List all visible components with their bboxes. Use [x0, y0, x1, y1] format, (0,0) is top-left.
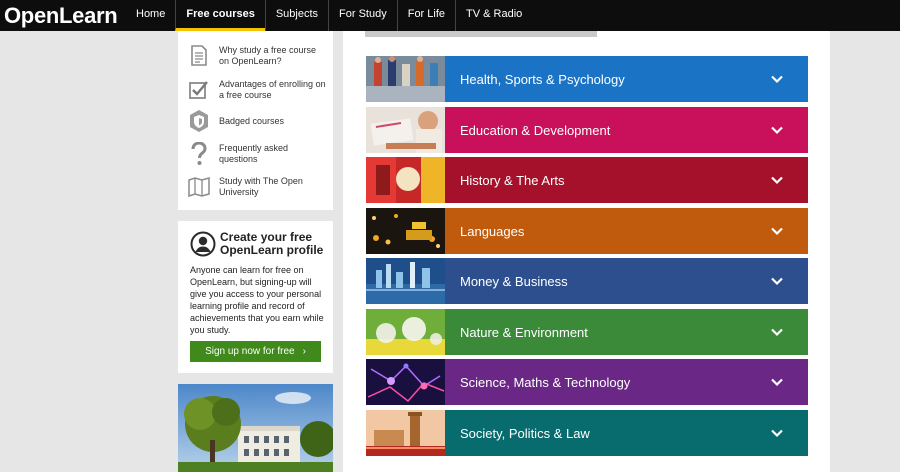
campus-photo — [178, 384, 333, 472]
chevron-right-icon: › — [302, 346, 306, 357]
user-icon — [190, 231, 216, 257]
subject-thumbnail — [366, 359, 445, 405]
sidebar-link-study-ou[interactable]: Study with The Open University — [188, 176, 328, 198]
subject-row-money[interactable]: Money & Business — [366, 258, 808, 304]
subject-thumbnail — [366, 410, 445, 456]
subject-thumbnail — [366, 258, 445, 304]
subject-bar: Education & Development — [445, 107, 808, 153]
chevron-down-icon[interactable] — [770, 173, 784, 187]
subject-label: Education & Development — [460, 122, 611, 138]
subject-label: Languages — [460, 223, 525, 239]
subject-label: History & The Arts — [460, 172, 565, 188]
subject-row-science[interactable]: Science, Maths & Technology — [366, 359, 808, 405]
subject-row-health[interactable]: Health, Sports & Psychology — [366, 56, 808, 102]
sidebar-link-label: Badged courses — [219, 115, 285, 126]
chevron-down-icon[interactable] — [770, 123, 784, 137]
sign-up-label: Sign up now for free — [205, 346, 295, 357]
subject-label: Health, Sports & Psychology — [460, 71, 625, 87]
subject-bar: Science, Maths & Technology — [445, 359, 808, 405]
sidebar-link-label: Study with The Open University — [219, 176, 303, 197]
chevron-down-icon[interactable] — [770, 224, 784, 238]
profile-title: Create your free OpenLearn profile — [220, 230, 324, 257]
chevron-down-icon[interactable] — [770, 325, 784, 339]
chevron-down-icon[interactable] — [770, 426, 784, 440]
sidebar-link-badged[interactable]: Badged courses — [188, 110, 328, 132]
sidebar-link-label: Frequently asked questions — [219, 143, 289, 164]
sidebar-link-advantages[interactable]: Advantages of enrolling on a free course — [188, 79, 328, 101]
badge-icon — [188, 110, 210, 132]
subject-thumbnail — [366, 107, 445, 153]
subject-row-languages[interactable]: Languages — [366, 208, 808, 254]
checkbox-icon — [188, 79, 210, 101]
top-nav-bar: OpenLearn Home Free courses Subjects For… — [0, 0, 900, 31]
nav-for-life[interactable]: For Life — [396, 0, 455, 31]
subject-label: Money & Business — [460, 273, 568, 289]
subject-bar: Health, Sports & Psychology — [445, 56, 808, 102]
sidebar-link-label: Advantages of enrolling on a free course — [219, 79, 326, 100]
subject-thumbnail — [366, 208, 445, 254]
nav-free-courses[interactable]: Free courses — [175, 0, 265, 31]
sidebar-links-card: Why study a free course on OpenLearn? Ad… — [178, 31, 333, 210]
nav-home[interactable]: Home — [126, 0, 175, 31]
subject-label: Science, Maths & Technology — [460, 374, 631, 390]
subject-row-society[interactable]: Society, Politics & Law — [366, 410, 808, 456]
chevron-down-icon[interactable] — [770, 375, 784, 389]
openlearn-logo[interactable]: OpenLearn — [4, 3, 118, 29]
subject-bar: Money & Business — [445, 258, 808, 304]
chevron-down-icon[interactable] — [770, 274, 784, 288]
question-icon — [188, 142, 210, 165]
profile-header: Create your free OpenLearn profile — [190, 231, 330, 257]
search-bar-edge — [365, 31, 597, 37]
nav-tv-radio[interactable]: TV & Radio — [455, 0, 532, 31]
subject-row-history[interactable]: History & The Arts — [366, 157, 808, 203]
subject-thumbnail — [366, 56, 445, 102]
subject-bar: Nature & Environment — [445, 309, 808, 355]
map-icon — [188, 176, 210, 198]
subject-bar: Languages — [445, 208, 808, 254]
sidebar-link-label: Why study a free course on OpenLearn? — [219, 45, 317, 66]
main-nav: Home Free courses Subjects For Study For… — [126, 0, 532, 31]
nav-for-study[interactable]: For Study — [328, 0, 397, 31]
subject-bar: Society, Politics & Law — [445, 410, 808, 456]
nav-subjects[interactable]: Subjects — [264, 0, 328, 31]
subject-row-nature[interactable]: Nature & Environment — [366, 309, 808, 355]
subject-row-education[interactable]: Education & Development — [366, 107, 808, 153]
subject-label: Society, Politics & Law — [460, 425, 590, 441]
subject-thumbnail — [366, 157, 445, 203]
chevron-down-icon[interactable] — [770, 72, 784, 86]
subject-thumbnail — [366, 309, 445, 355]
subject-label: Nature & Environment — [460, 324, 588, 340]
profile-promo-card: Create your free OpenLearn profile Anyon… — [178, 221, 333, 373]
sidebar-link-faq[interactable]: Frequently asked questions — [188, 142, 328, 165]
profile-description: Anyone can learn for free on OpenLearn, … — [190, 265, 324, 335]
sign-up-button[interactable]: Sign up now for free › — [190, 341, 321, 362]
sidebar-link-why-study[interactable]: Why study a free course on OpenLearn? — [188, 45, 328, 67]
subject-bar: History & The Arts — [445, 157, 808, 203]
document-icon — [188, 45, 210, 67]
